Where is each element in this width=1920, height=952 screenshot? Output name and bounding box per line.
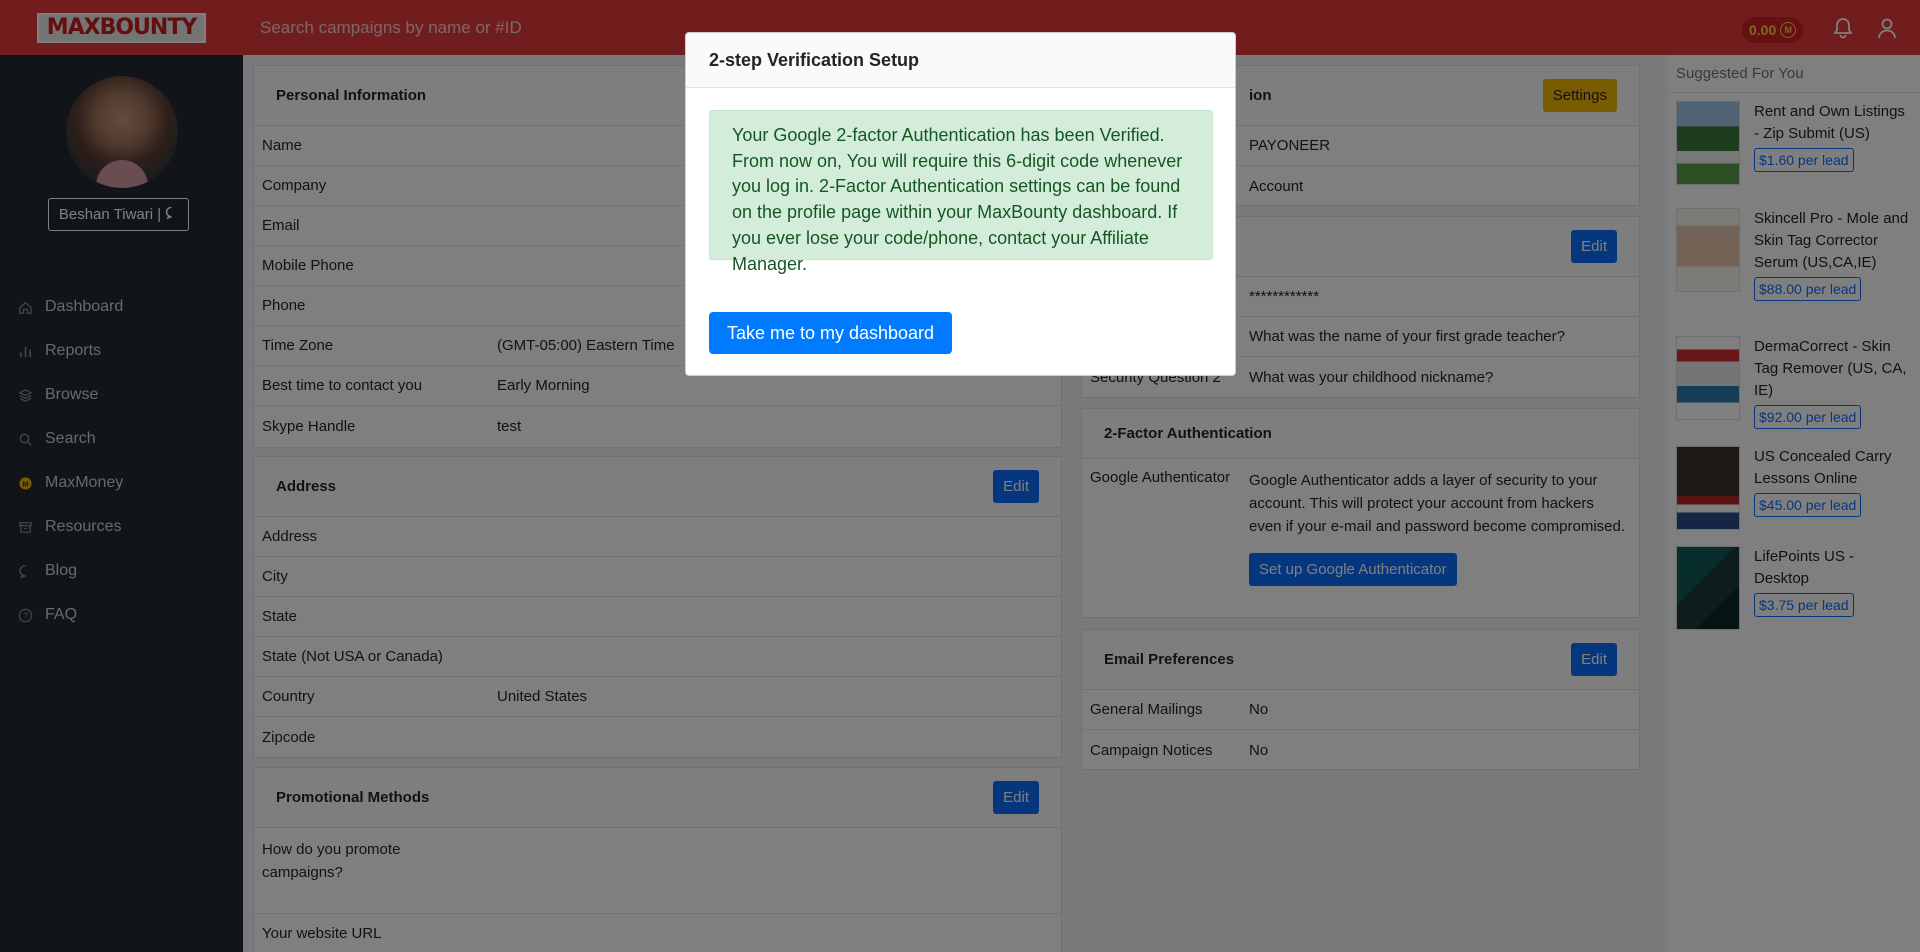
success-alert: Your Google 2-factor Authentication has … — [709, 110, 1213, 274]
verification-modal: 2-step Verification Setup Your Google 2-… — [685, 32, 1236, 376]
go-to-dashboard-button[interactable]: Take me to my dashboard — [709, 312, 952, 354]
modal-title: 2-step Verification Setup — [686, 33, 1235, 88]
